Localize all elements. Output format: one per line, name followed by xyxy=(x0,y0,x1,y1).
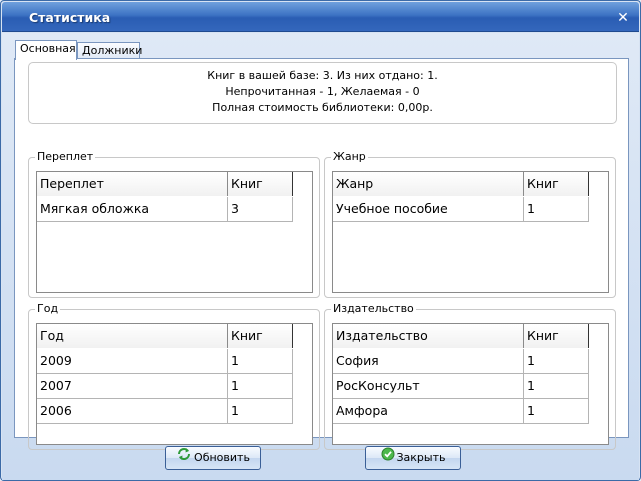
publisher-grid-header: Издательство Книг xyxy=(333,324,589,348)
year-cell: 2007 xyxy=(37,374,228,399)
binding-grid-header: Переплет Книг xyxy=(37,172,293,196)
summary-line-status: Непрочитанная - 1, Желаемая - 0 xyxy=(225,85,420,98)
publisher-grid[interactable]: Издательство Книг София 1 РосКонсульт 1 … xyxy=(332,323,609,445)
table-row[interactable]: 2009 1 xyxy=(37,349,293,374)
count-cell: 1 xyxy=(524,374,589,399)
statistics-window: Статистика ✕ Основная Должники Книг в ва… xyxy=(0,0,641,481)
binding-col-header[interactable]: Переплет xyxy=(37,172,228,196)
summary-box: Книг в вашей базе: 3. Из них отдано: 1. … xyxy=(28,62,617,124)
table-row[interactable]: Учебное пособие 1 xyxy=(333,197,589,222)
table-row[interactable]: 2006 1 xyxy=(37,399,293,424)
close-button-label: Закрыть xyxy=(396,451,446,464)
publisher-cell: София xyxy=(333,349,524,374)
title-bar[interactable]: Статистика ✕ xyxy=(2,2,639,32)
window-title: Статистика xyxy=(29,10,111,25)
count-cell: 1 xyxy=(524,197,589,222)
table-row[interactable]: Амфора 1 xyxy=(333,399,589,424)
close-icon[interactable]: ✕ xyxy=(616,11,630,25)
refresh-button[interactable]: Обновить xyxy=(165,446,261,470)
summary-line-books: Книг в вашей базе: 3. Из них отдано: 1. xyxy=(207,69,438,82)
binding-cell: Мягкая обложка xyxy=(37,197,228,222)
count-cell: 1 xyxy=(228,399,293,424)
publisher-count-col-header[interactable]: Книг xyxy=(524,324,589,348)
count-cell: 1 xyxy=(524,349,589,374)
year-cell: 2006 xyxy=(37,399,228,424)
publisher-col-header[interactable]: Издательство xyxy=(333,324,524,348)
refresh-icon xyxy=(176,447,192,469)
count-cell: 1 xyxy=(228,349,293,374)
table-row[interactable]: РосКонсульт 1 xyxy=(333,374,589,399)
binding-grid[interactable]: Переплет Книг Мягкая обложка 3 xyxy=(36,171,313,293)
year-group: Год Год Книг 2009 1 2007 1 2006 1 xyxy=(28,303,320,450)
binding-group: Переплет Переплет Книг Мягкая обложка 3 xyxy=(28,151,320,298)
genre-grid-header: Жанр Книг xyxy=(333,172,589,196)
summary-line-cost: Полная стоимость библиотеки: 0,00р. xyxy=(212,101,433,114)
publisher-cell: Амфора xyxy=(333,399,524,424)
count-cell: 1 xyxy=(524,399,589,424)
count-cell: 1 xyxy=(228,374,293,399)
tab-main[interactable]: Основная xyxy=(15,40,77,60)
binding-group-label: Переплет xyxy=(35,150,96,163)
genre-grid[interactable]: Жанр Книг Учебное пособие 1 xyxy=(332,171,609,293)
publisher-cell: РосКонсульт xyxy=(333,374,524,399)
year-col-header[interactable]: Год xyxy=(37,324,228,348)
year-grid[interactable]: Год Книг 2009 1 2007 1 2006 1 xyxy=(36,323,313,445)
genre-count-col-header[interactable]: Книг xyxy=(524,172,589,196)
year-group-label: Год xyxy=(35,302,61,315)
count-cell: 3 xyxy=(228,197,293,222)
close-button[interactable]: Закрыть xyxy=(365,446,461,470)
tab-page-main: Книг в вашей базе: 3. Из них отдано: 1. … xyxy=(14,58,629,450)
table-row[interactable]: 2007 1 xyxy=(37,374,293,399)
binding-count-col-header[interactable]: Книг xyxy=(228,172,293,196)
table-row[interactable]: Мягкая обложка 3 xyxy=(37,197,293,222)
year-grid-header: Год Книг xyxy=(37,324,293,348)
genre-cell: Учебное пособие xyxy=(333,197,524,222)
check-circle-icon xyxy=(381,447,395,469)
table-row[interactable]: София 1 xyxy=(333,349,589,374)
publisher-group-label: Издательство xyxy=(331,302,416,315)
publisher-group: Издательство Издательство Книг София 1 Р… xyxy=(324,303,616,450)
year-count-col-header[interactable]: Книг xyxy=(228,324,293,348)
genre-group-label: Жанр xyxy=(331,150,368,163)
genre-col-header[interactable]: Жанр xyxy=(333,172,524,196)
client-area: Основная Должники Книг в вашей базе: 3. … xyxy=(2,33,639,480)
year-cell: 2009 xyxy=(37,349,228,374)
genre-group: Жанр Жанр Книг Учебное пособие 1 xyxy=(324,151,616,298)
refresh-button-label: Обновить xyxy=(194,451,250,464)
